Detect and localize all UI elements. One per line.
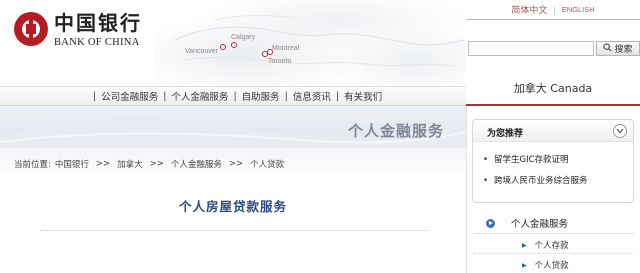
side-nav-item-label: 个人贷款 — [534, 261, 569, 271]
lang-separator: | — [553, 4, 556, 15]
side-nav-item-loans[interactable]: ▶ 个人贷款 — [522, 259, 569, 271]
city-label-vancouver: Vancouver — [185, 48, 218, 55]
page-title: 个人房屋贷款服务 — [178, 199, 287, 214]
search-icon — [603, 42, 613, 55]
country-header: 加拿大 Canada — [466, 72, 640, 106]
lang-english-link[interactable]: ENGLISH — [562, 5, 595, 14]
map-marker-vancouver — [220, 44, 226, 50]
lang-chinese-link[interactable]: 简体中文 — [511, 3, 547, 16]
side-nav-item-deposits[interactable]: ▶ 个人存款 — [522, 239, 569, 251]
recommend-item-rmb[interactable]: 跨境人民币业务综合服务 — [483, 174, 588, 186]
side-nav-divider — [474, 233, 634, 234]
search-area: 搜索 — [466, 41, 640, 57]
language-switch: 简体中文 | ENGLISH — [466, 0, 640, 20]
side-nav-section[interactable]: 个人金融服务 — [486, 216, 568, 230]
breadcrumb-item-personal[interactable]: 个人金融服务 — [171, 158, 222, 170]
logo-name-cn: 中国银行 — [54, 11, 142, 35]
recommend-item-gic[interactable]: 留学生GIC存款证明 — [483, 153, 569, 165]
recommend-title: 为您推荐 — [487, 129, 524, 139]
nav-separator: | — [233, 90, 237, 102]
title-divider — [40, 230, 428, 231]
nav-separator: | — [163, 90, 167, 102]
arrow-circle-icon — [486, 218, 495, 228]
breadcrumb-item-home[interactable]: 中国银行 — [55, 158, 89, 170]
world-map — [155, 0, 465, 86]
main-nav: | 公司金融服务 | 个人金融服务 | 自助服务 | 信息资讯 | 有关我们 — [0, 86, 466, 106]
triangle-right-icon: ▶ — [522, 261, 527, 269]
search-button-label: 搜索 — [614, 45, 633, 55]
breadcrumb-item-loans[interactable]: 个人贷款 — [250, 158, 284, 170]
nav-item-corporate[interactable]: 公司金融服务 — [101, 89, 158, 103]
side-nav-section-label: 个人金融服务 — [511, 219, 569, 230]
nav-separator: | — [284, 90, 288, 102]
breadcrumb-prefix: 当前位置: — [14, 160, 51, 170]
breadcrumb: 当前位置: 中国银行 >> 加拿大 >> 个人金融服务 >> 个人贷款 — [14, 158, 284, 170]
triangle-right-icon: ▶ — [522, 241, 527, 249]
map-outline — [174, 15, 465, 67]
map-marker-calgary — [231, 42, 237, 48]
nav-separator: | — [335, 90, 340, 102]
city-label-calgary: Calgary — [231, 34, 256, 41]
city-label-toronto: Toronto — [268, 58, 292, 65]
breadcrumb-separator: >> — [228, 159, 244, 169]
search-button[interactable]: 搜索 — [596, 41, 640, 56]
nav-separator: | — [93, 90, 97, 102]
bank-logo[interactable]: 中国银行 BANK OF CHINA — [14, 12, 142, 48]
logo-name-en: BANK OF CHINA — [54, 37, 140, 48]
nav-item-personal[interactable]: 个人金融服务 — [171, 89, 228, 103]
side-nav-item-label: 个人存款 — [534, 241, 569, 251]
breadcrumb-item-canada[interactable]: 加拿大 — [117, 158, 143, 170]
chevron-down-icon[interactable] — [613, 124, 627, 138]
city-label-montreal: Montreal — [272, 45, 300, 52]
recommend-header: 为您推荐 — [473, 120, 633, 142]
side-nav-divider — [474, 253, 634, 254]
section-banner-title: 个人金融服务 — [347, 122, 444, 140]
breadcrumb-separator: >> — [95, 159, 111, 169]
breadcrumb-separator: >> — [149, 159, 164, 169]
search-input[interactable] — [468, 41, 594, 56]
recommend-panel: 为您推荐 留学生GIC存款证明 跨境人民币业务综合服务 — [472, 119, 634, 203]
section-banner: 个人金融服务 — [0, 106, 466, 148]
logo-mark — [14, 12, 48, 46]
nav-item-self-service[interactable]: 自助服务 — [242, 89, 280, 103]
nav-item-about[interactable]: 有关我们 — [344, 89, 382, 103]
nav-item-news[interactable]: 信息资讯 — [293, 89, 331, 103]
